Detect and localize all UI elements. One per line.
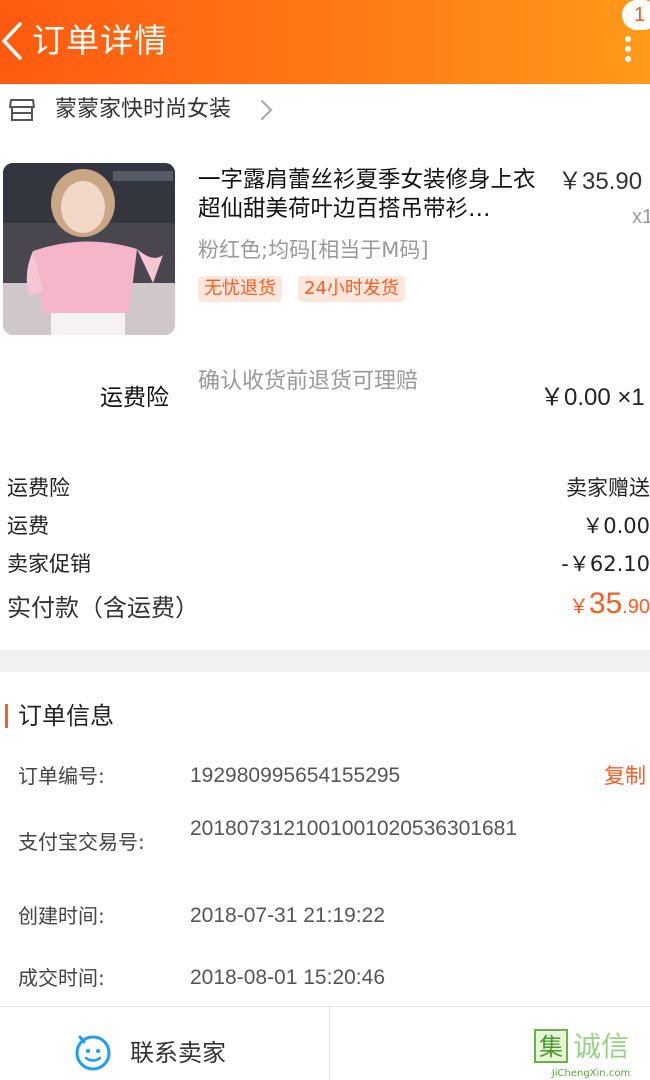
notification-badge[interactable]: 1 (622, 0, 650, 30)
section-accent-bar (5, 704, 8, 728)
summary-row: 运费险 卖家赠送 (0, 471, 650, 505)
back-icon[interactable] (0, 18, 28, 64)
order-number-value: 192980995654155295 (190, 764, 401, 787)
chevron-right-icon (260, 99, 273, 121)
svg-text:集: 集 (539, 1033, 563, 1061)
shop-name[interactable]: 蒙蒙家快时尚女装 (55, 94, 231, 126)
total-amount: ￥35.90 (569, 587, 650, 621)
product-title[interactable]: 一字露肩蕾丝衫夏季女装修身上衣超仙甜美荷叶边百搭吊带衫… (198, 166, 550, 224)
summary-value: 卖家赠送 (566, 476, 650, 500)
section-divider (0, 650, 650, 672)
watermark-logo: 集 诚信 JiChengXin.com (534, 1029, 630, 1079)
summary-label: 卖家促销 (7, 552, 91, 576)
product-price: ￥35.90 (558, 168, 643, 195)
deal-time-value: 2018-08-01 15:20:46 (190, 966, 385, 989)
app-header: 订单详情 1 (0, 0, 650, 84)
tag-return: 无忧退货 (198, 276, 282, 302)
product-image[interactable] (3, 163, 175, 335)
summary-value: ￥0.00 (582, 514, 650, 538)
summary-label: 运费险 (7, 476, 70, 500)
insurance-description: 确认收货前退货可理赔 (198, 369, 419, 394)
product-quantity: x1 (632, 206, 650, 228)
product-photo (3, 163, 175, 335)
summary-label: 运费 (7, 514, 49, 538)
total-row: 实付款（含运费） ￥35.90 (0, 587, 650, 625)
more-icon[interactable] (618, 34, 638, 64)
alipay-trade-label: 支付宝交易号: (18, 830, 145, 854)
bottom-divider (329, 1007, 330, 1080)
order-number-label: 订单编号: (18, 764, 105, 788)
summary-row: 卖家促销 -￥62.10 (0, 547, 650, 581)
shop-icon (9, 99, 35, 121)
page-title: 订单详情 (32, 21, 168, 60)
contact-seller-button[interactable]: 联系卖家 (130, 1036, 226, 1070)
created-time-label: 创建时间: (18, 904, 105, 928)
contact-seller-icon[interactable] (74, 1034, 112, 1072)
shop-row[interactable]: 蒙蒙家快时尚女装 (0, 84, 650, 138)
total-label: 实付款（含运费） (7, 594, 199, 622)
total-integer: 35 (588, 587, 623, 620)
summary-row: 运费 ￥0.00 (0, 509, 650, 543)
svg-text:诚信: 诚信 (573, 1030, 629, 1063)
copy-button[interactable]: 复制 (604, 761, 646, 791)
insurance-price: ￥0.00 ×1 (540, 384, 645, 411)
product-sku: 粉红色;均码[相当于M码] (198, 238, 429, 262)
total-currency: ￥ (568, 596, 589, 618)
total-decimal: .90 (622, 596, 650, 618)
svg-text:JiChengXin.com: JiChengXin.com (551, 1068, 630, 1079)
deal-time-label: 成交时间: (18, 966, 105, 990)
created-time-value: 2018-07-31 21:19:22 (190, 904, 385, 927)
order-info-title: 订单信息 (18, 702, 114, 730)
summary-value: -￥62.10 (561, 552, 650, 576)
insurance-label: 运费险 (100, 385, 169, 411)
tag-shipping: 24小时发货 (298, 276, 405, 302)
alipay-trade-value: 2018073121001001020536301681 (190, 817, 518, 840)
